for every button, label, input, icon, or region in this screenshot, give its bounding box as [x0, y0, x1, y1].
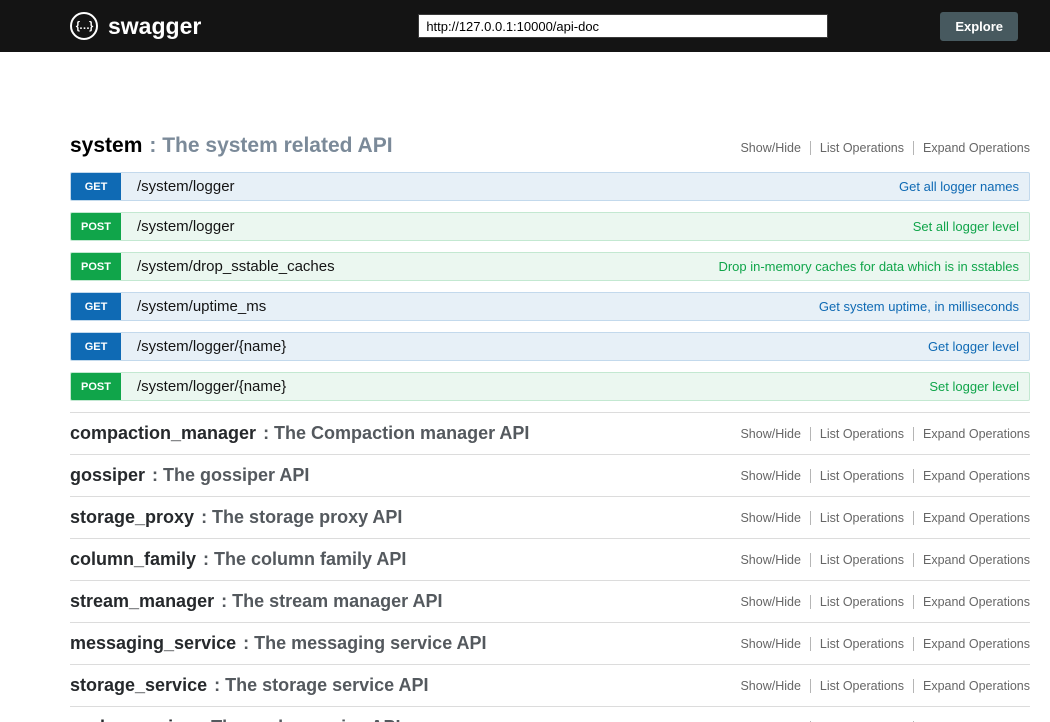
- resource-description: : The stream manager API: [221, 591, 442, 611]
- endpoint-row: POST /system/logger Set all logger level: [70, 212, 1030, 241]
- resource-controls: Show/Hide List Operations Expand Operati…: [731, 469, 1030, 483]
- resource-name-link[interactable]: gossiper: [70, 465, 145, 485]
- section-system-name-link[interactable]: system: [70, 134, 142, 158]
- resource-description: : The gossiper API: [152, 465, 309, 485]
- section-system-description: : The system related API: [149, 134, 392, 158]
- endpoint-summary-link[interactable]: Get logger level: [928, 339, 1019, 354]
- resource-section-messaging-service: messaging_service : The messaging service…: [70, 622, 1030, 664]
- resource-section-cache-service: cache_service: The cache service API Sho…: [70, 706, 1030, 722]
- list-operations-link[interactable]: List Operations: [810, 511, 913, 525]
- endpoint-path-link[interactable]: /system/logger/{name}: [137, 338, 286, 355]
- resource-section-compaction-manager: compaction_manager : The Compaction manag…: [70, 412, 1030, 454]
- api-url-input[interactable]: [418, 14, 828, 38]
- show-hide-link[interactable]: Show/Hide: [731, 469, 809, 483]
- endpoint-summary-link[interactable]: Set all logger level: [913, 219, 1019, 234]
- expand-operations-link[interactable]: Expand Operations: [913, 595, 1030, 609]
- section-system-controls: Show/Hide List Operations Expand Operati…: [731, 141, 1030, 155]
- list-operations-link[interactable]: List Operations: [810, 427, 913, 441]
- resource-controls: Show/Hide List Operations Expand Operati…: [731, 679, 1030, 693]
- endpoint-row: POST /system/drop_sstable_caches Drop in…: [70, 252, 1030, 281]
- endpoint-summary-link[interactable]: Get all logger names: [899, 179, 1019, 194]
- endpoint-path-link[interactable]: /system/uptime_ms: [137, 298, 266, 315]
- show-hide-link[interactable]: Show/Hide: [731, 637, 809, 651]
- resource-section-storage-service: storage_service : The storage service API…: [70, 664, 1030, 706]
- resource-controls: Show/Hide List Operations Expand Operati…: [731, 637, 1030, 651]
- resource-name-link[interactable]: cache_service: [70, 717, 193, 722]
- show-hide-link[interactable]: Show/Hide: [731, 679, 809, 693]
- method-badge[interactable]: POST: [71, 213, 121, 240]
- show-hide-link[interactable]: Show/Hide: [731, 427, 809, 441]
- resource-name-link[interactable]: column_family: [70, 549, 196, 569]
- list-operations-link[interactable]: List Operations: [810, 469, 913, 483]
- show-hide-link[interactable]: Show/Hide: [731, 595, 809, 609]
- show-hide-link[interactable]: Show/Hide: [731, 141, 809, 155]
- endpoint-row: POST /system/logger/{name} Set logger le…: [70, 372, 1030, 401]
- endpoint-summary-link[interactable]: Drop in-memory caches for data which is …: [718, 259, 1019, 274]
- resource-name-link[interactable]: stream_manager: [70, 591, 214, 611]
- resource-description: : The storage proxy API: [201, 507, 402, 527]
- resource-name-link[interactable]: compaction_manager: [70, 423, 256, 443]
- swagger-logo-icon: {…}: [70, 12, 98, 40]
- system-endpoint-list: GET /system/logger Get all logger names …: [70, 172, 1030, 401]
- resource-controls: Show/Hide List Operations Expand Operati…: [731, 511, 1030, 525]
- resource-name-link[interactable]: storage_proxy: [70, 507, 194, 527]
- expand-operations-link[interactable]: Expand Operations: [913, 553, 1030, 567]
- resource-description: : The column family API: [203, 549, 406, 569]
- expand-operations-link[interactable]: Expand Operations: [913, 511, 1030, 525]
- endpoint-summary-link[interactable]: Set logger level: [929, 379, 1019, 394]
- resource-description: : The Compaction manager API: [263, 423, 529, 443]
- method-badge[interactable]: GET: [71, 293, 121, 320]
- resource-section-storage-proxy: storage_proxy : The storage proxy API Sho…: [70, 496, 1030, 538]
- swagger-logo-text: swagger: [108, 13, 201, 40]
- endpoint-summary-link[interactable]: Get system uptime, in milliseconds: [819, 299, 1019, 314]
- method-badge[interactable]: POST: [71, 253, 121, 280]
- resource-controls: Show/Hide List Operations Expand Operati…: [731, 595, 1030, 609]
- endpoint-row: GET /system/logger/{name} Get logger lev…: [70, 332, 1030, 361]
- list-operations-link[interactable]: List Operations: [810, 141, 913, 155]
- header: {…} swagger Explore: [0, 0, 1050, 52]
- resource-controls: Show/Hide List Operations Expand Operati…: [731, 553, 1030, 567]
- explore-button[interactable]: Explore: [940, 12, 1018, 41]
- resource-description: : The cache service API: [200, 717, 400, 722]
- resource-description: : The storage service API: [214, 675, 428, 695]
- endpoint-path-link[interactable]: /system/drop_sstable_caches: [137, 258, 335, 275]
- resource-section-column-family: column_family : The column family API Sho…: [70, 538, 1030, 580]
- swagger-logo-link[interactable]: {…} swagger: [70, 12, 201, 40]
- endpoint-path-link[interactable]: /system/logger/{name}: [137, 378, 286, 395]
- resource-section-stream-manager: stream_manager : The stream manager API S…: [70, 580, 1030, 622]
- expand-operations-link[interactable]: Expand Operations: [913, 679, 1030, 693]
- method-badge[interactable]: GET: [71, 173, 121, 200]
- expand-operations-link[interactable]: Expand Operations: [913, 141, 1030, 155]
- resource-list: compaction_manager : The Compaction manag…: [70, 412, 1030, 722]
- resource-name-link[interactable]: messaging_service: [70, 633, 236, 653]
- endpoint-row: GET /system/uptime_ms Get system uptime,…: [70, 292, 1030, 321]
- list-operations-link[interactable]: List Operations: [810, 679, 913, 693]
- endpoint-path-link[interactable]: /system/logger: [137, 178, 235, 195]
- method-badge[interactable]: GET: [71, 333, 121, 360]
- resource-section-gossiper: gossiper : The gossiper API Show/Hide Lis…: [70, 454, 1030, 496]
- list-operations-link[interactable]: List Operations: [810, 595, 913, 609]
- show-hide-link[interactable]: Show/Hide: [731, 553, 809, 567]
- resource-name-link[interactable]: storage_service: [70, 675, 207, 695]
- method-badge[interactable]: POST: [71, 373, 121, 400]
- show-hide-link[interactable]: Show/Hide: [731, 511, 809, 525]
- expand-operations-link[interactable]: Expand Operations: [913, 637, 1030, 651]
- list-operations-link[interactable]: List Operations: [810, 553, 913, 567]
- endpoint-row: GET /system/logger Get all logger names: [70, 172, 1030, 201]
- expand-operations-link[interactable]: Expand Operations: [913, 469, 1030, 483]
- expand-operations-link[interactable]: Expand Operations: [913, 427, 1030, 441]
- resource-description: : The messaging service API: [243, 633, 486, 653]
- resource-controls: Show/Hide List Operations Expand Operati…: [731, 427, 1030, 441]
- api-doc-main: system : The system related API Show/Hid…: [70, 52, 1030, 722]
- list-operations-link[interactable]: List Operations: [810, 637, 913, 651]
- section-system-heading: system : The system related API Show/Hid…: [70, 134, 1030, 158]
- endpoint-path-link[interactable]: /system/logger: [137, 218, 235, 235]
